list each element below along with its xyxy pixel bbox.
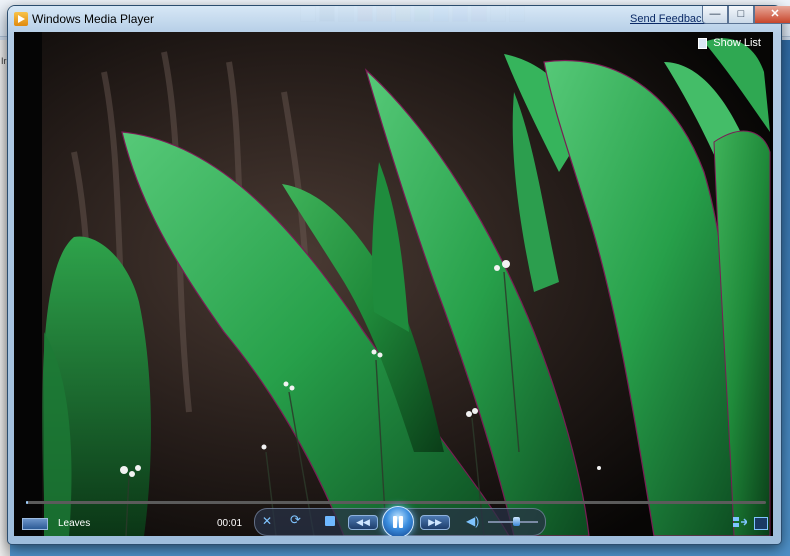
stop-icon[interactable] — [325, 516, 335, 526]
fullscreen-icon[interactable] — [754, 517, 768, 530]
window-buttons: — □ ✕ — [702, 6, 790, 24]
repeat-icon[interactable]: ⟳ — [290, 513, 301, 527]
track-title: Leaves — [58, 518, 91, 529]
show-list-button[interactable]: Show List — [698, 37, 761, 49]
volume-slider-thumb[interactable] — [513, 517, 520, 526]
show-list-icon — [698, 37, 708, 49]
seek-bar[interactable] — [26, 501, 766, 504]
minimize-button[interactable]: — — [702, 6, 728, 24]
now-playing-icon — [22, 518, 48, 530]
media-player-app-icon — [14, 12, 28, 26]
maximize-button[interactable]: □ — [728, 6, 754, 24]
video-frame-leaves — [14, 32, 771, 536]
speaker-icon[interactable]: ◀) — [466, 514, 479, 528]
send-feedback-link[interactable]: Send Feedback — [630, 13, 707, 25]
next-icon[interactable]: ▶▶ — [420, 515, 450, 530]
switch-to-library-icon[interactable] — [733, 517, 747, 528]
title-bar[interactable]: Windows Media Player Send Feedback — □ ✕ — [8, 6, 790, 32]
video-area[interactable]: Show List Leaves 00:01 ✕ ⟳ ◀◀ ▶▶ ◀) — [14, 32, 773, 536]
show-list-label: Show List — [713, 37, 761, 49]
elapsed-time: 00:01 — [217, 518, 243, 529]
shuffle-icon[interactable]: ✕ — [262, 514, 272, 528]
media-player-window: Windows Media Player Send Feedback — □ ✕ — [8, 6, 790, 544]
volume-slider[interactable] — [488, 517, 538, 526]
window-title: Windows Media Player — [32, 12, 155, 26]
pause-icon[interactable] — [382, 506, 414, 536]
previous-icon[interactable]: ◀◀ — [348, 515, 378, 530]
seek-progress-fill — [26, 501, 28, 504]
close-button[interactable]: ✕ — [754, 6, 790, 24]
